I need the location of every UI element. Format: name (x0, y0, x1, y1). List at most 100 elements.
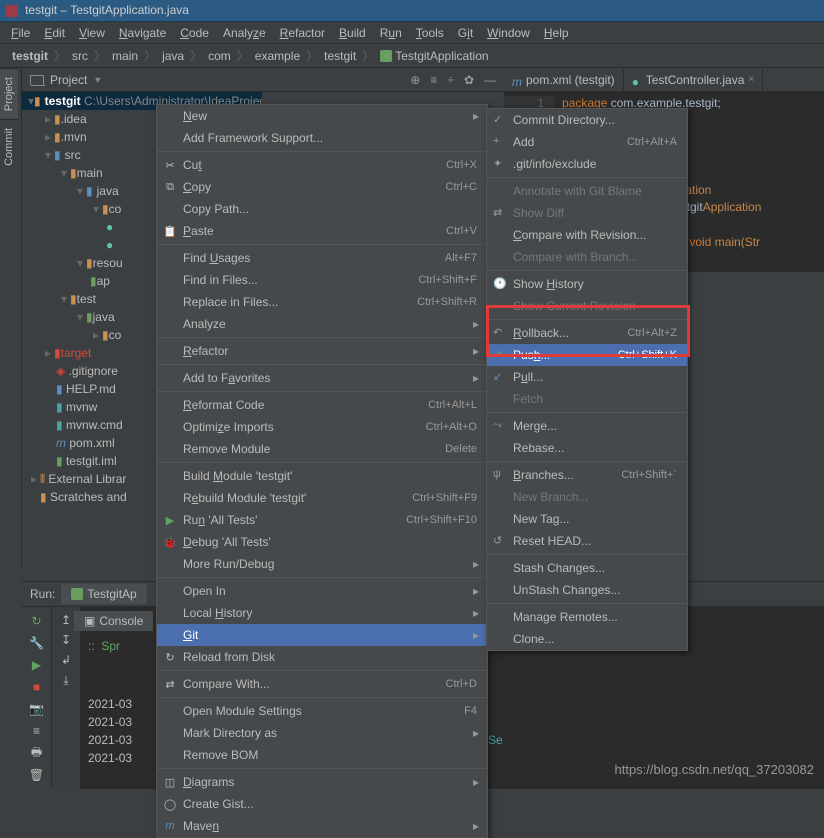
stop-icon[interactable]: ■ (29, 679, 45, 695)
menu-navigate[interactable]: Navigate (112, 23, 173, 43)
project-tool-title[interactable]: Project (50, 73, 87, 87)
menu-compare-with[interactable]: ⇄Compare With...Ctrl+D (157, 673, 487, 695)
git-add[interactable]: +AddCtrl+Alt+A (487, 131, 687, 153)
camera-icon[interactable]: 📷 (29, 701, 45, 717)
menu-git[interactable]: Git (451, 23, 480, 43)
layout-icon[interactable]: ≡ (29, 723, 45, 739)
git-new-branch[interactable]: New Branch... (487, 486, 687, 508)
menu-run[interactable]: Run (373, 23, 409, 43)
git-push[interactable]: ↗Push...Ctrl+Shift+K (487, 344, 687, 366)
git-compare-revision[interactable]: Compare with Revision... (487, 224, 687, 246)
menu-copy[interactable]: ⧉CopyCtrl+C (157, 176, 487, 198)
git-commit-dir[interactable]: ✓Commit Directory... (487, 109, 687, 131)
console-tab[interactable]: ▣Console (80, 611, 153, 631)
scroll-top-icon[interactable]: ↥ (61, 613, 71, 627)
menu-add-favorites[interactable]: Add to Favorites▸ (157, 367, 487, 389)
menu-optimize-imports[interactable]: Optimize ImportsCtrl+Alt+O (157, 416, 487, 438)
bc-src[interactable]: src (68, 49, 92, 63)
menu-run-all[interactable]: ▶Run 'All Tests'Ctrl+Shift+F10 (157, 509, 487, 531)
play-icon[interactable]: ▶ (29, 657, 45, 673)
bc-testgit[interactable]: testgit (320, 49, 360, 63)
menu-copypath[interactable]: Copy Path... (157, 198, 487, 220)
git-show-history[interactable]: 🕐Show History (487, 273, 687, 295)
git-merge[interactable]: ⤳Merge... (487, 415, 687, 437)
git-rollback[interactable]: ↶Rollback...Ctrl+Alt+Z (487, 322, 687, 344)
git-compare-branch[interactable]: Compare with Branch... (487, 246, 687, 268)
gutter-project[interactable]: Project (0, 68, 18, 119)
menu-refactor[interactable]: Refactor▸ (157, 340, 487, 362)
menu-build-module[interactable]: Build Module 'testgit' (157, 465, 487, 487)
menu-open-in[interactable]: Open In▸ (157, 580, 487, 602)
git-branches[interactable]: ψBranches...Ctrl+Shift+` (487, 464, 687, 486)
menu-refactor[interactable]: Refactor (273, 23, 332, 43)
menu-remove-bom[interactable]: Remove BOM (157, 744, 487, 766)
menu-reload-disk[interactable]: ↻Reload from Disk (157, 646, 487, 668)
menu-remove-module[interactable]: Remove ModuleDelete (157, 438, 487, 460)
bc-com[interactable]: com (204, 49, 235, 63)
git-info-exclude[interactable]: ✦.git/info/exclude (487, 153, 687, 175)
wrench-icon[interactable]: 🔧 (29, 635, 45, 651)
menu-new[interactable]: New▸ (157, 105, 487, 127)
expand-all-icon[interactable]: ≡ (430, 73, 437, 87)
menu-reformat[interactable]: Reformat CodeCtrl+Alt+L (157, 394, 487, 416)
menu-replace-files[interactable]: Replace in Files...Ctrl+Shift+R (157, 291, 487, 313)
menu-help[interactable]: Help (537, 23, 576, 43)
git-rebase[interactable]: Rebase... (487, 437, 687, 459)
hide-icon[interactable]: — (484, 73, 496, 87)
menu-git-submenu[interactable]: Git▸ (157, 624, 487, 646)
menu-open-module-settings[interactable]: Open Module SettingsF4 (157, 700, 487, 722)
menu-build[interactable]: Build (332, 23, 373, 43)
menu-add-framework[interactable]: Add Framework Support... (157, 127, 487, 149)
print-icon[interactable]: 🖶 (29, 745, 45, 761)
menu-analyze[interactable]: Analyze (216, 23, 273, 43)
menu-tools[interactable]: Tools (409, 23, 451, 43)
git-unstash[interactable]: UnStash Changes... (487, 579, 687, 601)
scroll-bottom-icon[interactable]: ↧ (61, 633, 71, 647)
close-icon[interactable]: × (748, 74, 754, 85)
git-reset-head[interactable]: ↺Reset HEAD... (487, 530, 687, 552)
git-pull[interactable]: ↙Pull... (487, 366, 687, 388)
settings-icon[interactable]: ✿ (464, 73, 474, 87)
collapse-all-icon[interactable]: ÷ (447, 73, 454, 87)
menu-find-files[interactable]: Find in Files...Ctrl+Shift+F (157, 269, 487, 291)
menu-mark-directory[interactable]: Mark Directory as▸ (157, 722, 487, 744)
menu-create-gist[interactable]: ◯Create Gist... (157, 793, 487, 815)
menu-rebuild-module[interactable]: Rebuild Module 'testgit'Ctrl+Shift+F9 (157, 487, 487, 509)
scroll-end-icon[interactable]: ⤓ (63, 673, 68, 688)
bc-class[interactable]: TestgitApplication (376, 49, 492, 63)
chevron-down-icon[interactable]: ▼ (93, 75, 102, 85)
menu-diagrams[interactable]: ◫Diagrams▸ (157, 771, 487, 793)
rerun-icon[interactable]: ↻ (29, 613, 45, 629)
git-fetch[interactable]: Fetch (487, 388, 687, 410)
menu-find-usages[interactable]: Find UsagesAlt+F7 (157, 247, 487, 269)
git-annotate[interactable]: Annotate with Git Blame (487, 180, 687, 202)
menu-edit[interactable]: Edit (37, 23, 72, 43)
locate-icon[interactable]: ⊕ (410, 73, 420, 87)
menu-file[interactable]: File (4, 23, 37, 43)
menu-analyze[interactable]: Analyze▸ (157, 313, 487, 335)
git-show-current-rev[interactable]: Show Current Revision (487, 295, 687, 317)
menu-paste[interactable]: 📋PasteCtrl+V (157, 220, 487, 242)
trash-icon[interactable]: 🗑 (29, 767, 45, 783)
menu-window[interactable]: Window (480, 23, 537, 43)
git-show-diff[interactable]: ⇄Show Diff (487, 202, 687, 224)
editor-tab-controller[interactable]: ●TestController.java× (624, 69, 764, 91)
git-new-tag[interactable]: New Tag... (487, 508, 687, 530)
soft-wrap-icon[interactable]: ↲ (61, 653, 71, 667)
menu-cut[interactable]: ✂CutCtrl+X (157, 154, 487, 176)
bc-main[interactable]: main (108, 49, 142, 63)
git-manage-remotes[interactable]: Manage Remotes... (487, 606, 687, 628)
git-clone[interactable]: Clone... (487, 628, 687, 650)
menu-code[interactable]: Code (173, 23, 216, 43)
menu-more-run[interactable]: More Run/Debug▸ (157, 553, 487, 575)
bc-java[interactable]: java (158, 49, 188, 63)
gutter-commit[interactable]: Commit (0, 119, 18, 174)
bc-example[interactable]: example (251, 49, 304, 63)
editor-tab-pom[interactable]: mpom.xml (testgit) (504, 69, 624, 91)
menu-view[interactable]: View (72, 23, 112, 43)
git-stash[interactable]: Stash Changes... (487, 557, 687, 579)
bc-root[interactable]: testgit (8, 49, 52, 63)
run-tab[interactable]: TestgitAp (61, 584, 146, 604)
menu-maven[interactable]: mMaven▸ (157, 815, 487, 837)
menu-debug-all[interactable]: 🐞Debug 'All Tests' (157, 531, 487, 553)
